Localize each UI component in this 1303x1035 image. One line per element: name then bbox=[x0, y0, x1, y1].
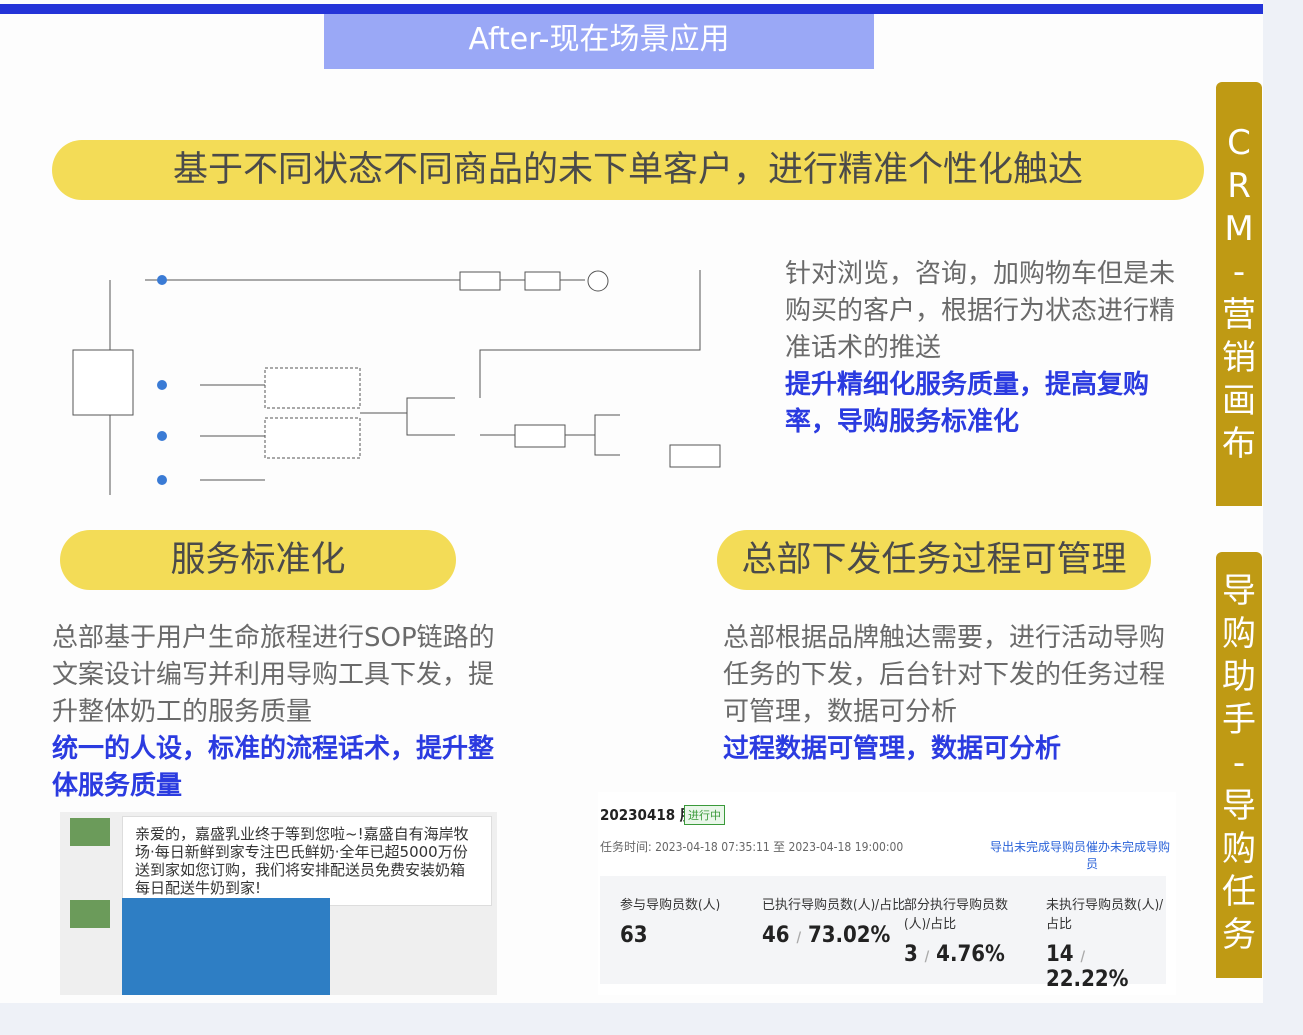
stat-label: 未执行导购员数(人)/占比 bbox=[1046, 898, 1164, 932]
status-badge: 进行中 bbox=[684, 805, 725, 825]
hq-text: 总部根据品牌触达需要，进行活动导购任务的下发，后台针对下发的任务过程可管理，数据… bbox=[723, 623, 1166, 727]
sidebar-char: C bbox=[1227, 123, 1251, 163]
stat-count: 14 bbox=[1046, 942, 1074, 967]
chat-preview: 亲爱的，嘉盛乳业终于等到您啦~!嘉盛自有海岸牧场·每日新鲜到家专注巴氏鲜奶·全年… bbox=[60, 812, 497, 995]
avatar bbox=[70, 818, 110, 846]
service-highlight: 统一的人设，标准的流程话术，提升整体服务质量 bbox=[52, 734, 495, 801]
stat-label: 已执行导购员数(人)/占比 bbox=[762, 898, 906, 913]
sidebar-char: M bbox=[1224, 209, 1254, 249]
top-accent-bar bbox=[0, 4, 1263, 14]
stat-pct: 4.76% bbox=[936, 942, 1005, 967]
task-stats: 参与导购员数(人) 63 已执行导购员数(人)/占比 46 / 73.02% 部… bbox=[600, 876, 1166, 992]
stat-count: 46 bbox=[762, 923, 790, 948]
export-unfinished-link[interactable]: 导出未完成导购员 bbox=[990, 838, 1086, 855]
task-panel: 20230418 朋友圈 进行中 任务时间: 2023-04-18 07:35:… bbox=[598, 792, 1176, 995]
after-title-tab: After-现在场景应用 bbox=[324, 14, 874, 69]
stat-count: 63 bbox=[620, 923, 648, 948]
flowchart-lines bbox=[72, 270, 721, 495]
browse-description: 针对浏览，咨询，加购物车但是未购买的客户，根据行为状态进行精准话术的推送 提升精… bbox=[785, 256, 1185, 441]
stat-label: 参与导购员数(人) bbox=[620, 898, 721, 913]
browse-text: 针对浏览，咨询，加购物车但是未购买的客户，根据行为状态进行精准话术的推送 bbox=[785, 259, 1176, 363]
hq-description: 总部根据品牌触达需要，进行活动导购任务的下发，后台针对下发的任务过程可管理，数据… bbox=[723, 620, 1173, 768]
stat-not-executed: 未执行导购员数(人)/占比 14 / 22.22% bbox=[1046, 898, 1164, 992]
sidebar-char: 购 bbox=[1222, 829, 1256, 869]
stat-executed: 已执行导购员数(人)/占比 46 / 73.02% bbox=[762, 898, 906, 948]
sidebar-char: 手 bbox=[1222, 700, 1256, 740]
sidebar-char: 营 bbox=[1222, 295, 1256, 335]
sidebar-char: 导 bbox=[1222, 786, 1256, 826]
sidebar-crm-canvas: C R M - 营 销 画 布 bbox=[1216, 82, 1262, 506]
service-banner: 服务标准化 bbox=[60, 530, 456, 590]
sidebar-char: 布 bbox=[1222, 424, 1256, 464]
stat-partial: 部分执行导购员数(人)/占比 3 / 4.76% bbox=[904, 898, 1009, 967]
sidebar-char: 画 bbox=[1222, 381, 1256, 421]
service-description: 总部基于用户生命旅程进行SOP链路的文案设计编写并利用导购工具下发，提升整体奶工… bbox=[52, 620, 512, 805]
sidebar-char: 购 bbox=[1222, 614, 1256, 654]
sidebar-char: R bbox=[1227, 166, 1251, 206]
browse-highlight: 提升精细化服务质量，提高复购率，导购服务标准化 bbox=[785, 370, 1150, 437]
hq-banner: 总部下发任务过程可管理 bbox=[717, 530, 1151, 590]
sidebar-char: - bbox=[1232, 743, 1246, 783]
hq-highlight: 过程数据可管理，数据可分析 bbox=[723, 734, 1062, 764]
sidebar-char: - bbox=[1232, 252, 1246, 292]
sidebar-guide-task: 导 购 助 手 - 导 购 任 务 bbox=[1216, 552, 1262, 978]
sidebar-char: 导 bbox=[1222, 571, 1256, 611]
service-text: 总部基于用户生命旅程进行SOP链路的文案设计编写并利用导购工具下发，提升整体奶工… bbox=[52, 623, 495, 727]
task-time: 任务时间: 2023-04-18 07:35:11 至 2023-04-18 1… bbox=[600, 840, 904, 854]
stat-count: 3 bbox=[904, 942, 918, 967]
stat-participants: 参与导购员数(人) 63 bbox=[620, 894, 720, 948]
sidebar-char: 助 bbox=[1222, 657, 1256, 697]
slide: After-现在场景应用 基于不同状态不同商品的未下单客户，进行精准个性化触达 bbox=[0, 0, 1263, 1003]
stat-label: 部分执行导购员数(人)/占比 bbox=[904, 898, 1009, 932]
stat-pct: 73.02% bbox=[807, 923, 891, 948]
promo-poster-image bbox=[122, 898, 330, 995]
main-banner: 基于不同状态不同商品的未下单客户，进行精准个性化触达 bbox=[52, 140, 1204, 200]
sidebar-char: 销 bbox=[1222, 338, 1256, 378]
stat-pct: 22.22% bbox=[1046, 967, 1129, 992]
sidebar-char: 任 bbox=[1222, 872, 1256, 912]
flowchart-image bbox=[60, 240, 740, 510]
avatar bbox=[70, 900, 110, 928]
sidebar-char: 务 bbox=[1222, 915, 1256, 955]
remind-unfinished-link[interactable]: 催办未完成导购员 bbox=[1086, 838, 1176, 872]
chat-message: 亲爱的，嘉盛乳业终于等到您啦~!嘉盛自有海岸牧场·每日新鲜到家专注巴氏鲜奶·全年… bbox=[122, 816, 492, 906]
